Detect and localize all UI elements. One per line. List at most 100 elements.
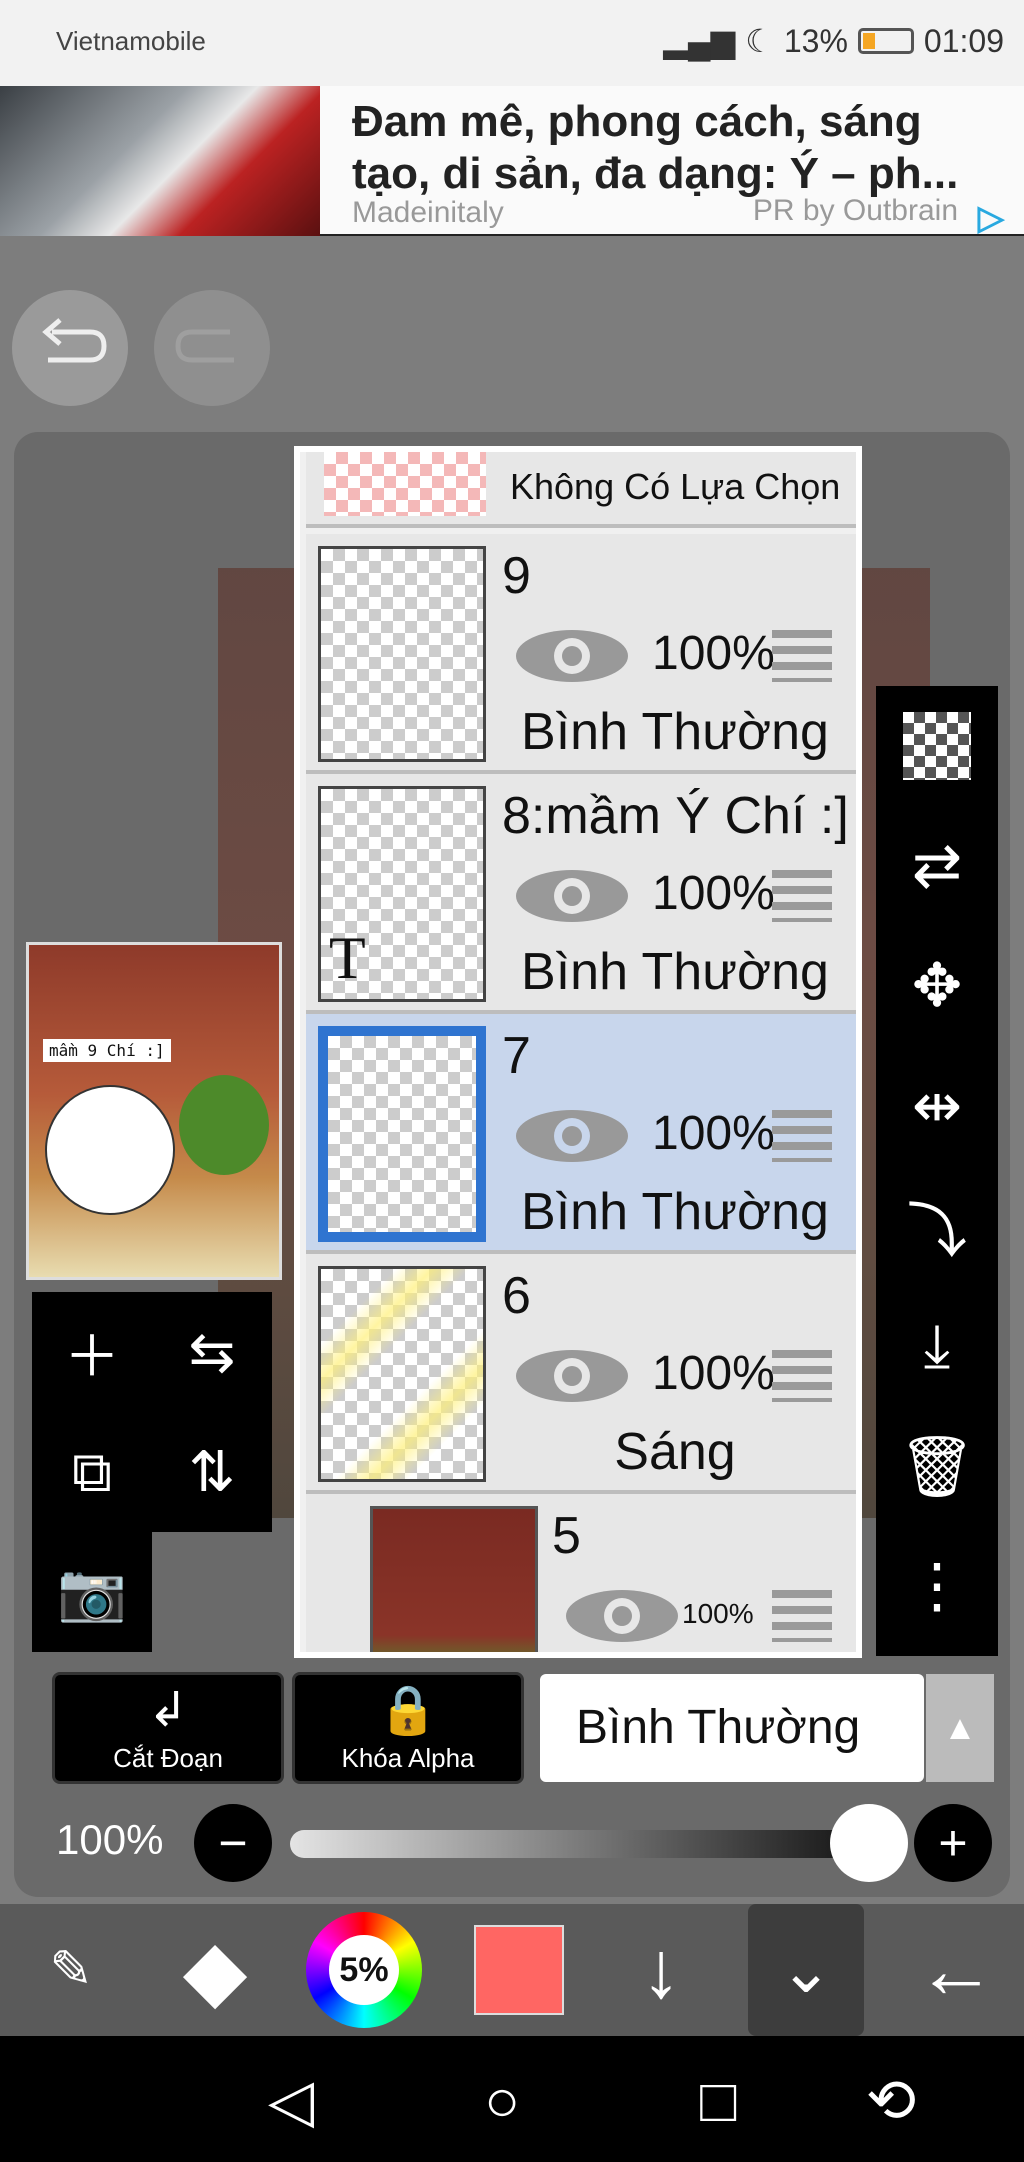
layer-name: 6 — [502, 1267, 531, 1325]
move-icon: ✥ — [911, 952, 963, 1019]
layer-row[interactable]: 6 100% Sáng — [306, 1254, 856, 1494]
layer-thumbnail — [318, 1026, 486, 1242]
flip-vertical-button[interactable]: ⇅ — [152, 1412, 272, 1532]
back-button[interactable]: ← — [896, 1904, 1016, 2036]
drag-handle-icon[interactable] — [772, 1590, 832, 1642]
drag-handle-icon[interactable] — [772, 870, 832, 922]
duplicate-layer-button[interactable]: ⧉ — [32, 1412, 152, 1532]
adchoices-icon[interactable]: ▷ — [978, 198, 1004, 238]
preview-tree — [179, 1075, 269, 1175]
opacity-increase-button[interactable]: + — [914, 1804, 992, 1882]
layers-button[interactable]: ⌄ — [748, 1904, 864, 2036]
nav-recents-icon[interactable]: □ — [700, 2066, 736, 2135]
layer-thumbnail — [318, 546, 486, 762]
flip-button[interactable]: ⇹ — [876, 1046, 998, 1166]
status-right: ▂▄▆ ☾ 13% 01:09 — [663, 22, 1004, 60]
layer-thumbnail: T — [318, 786, 486, 1002]
redo-icon — [175, 329, 234, 363]
add-layer-icon: ⧉ — [72, 1439, 112, 1503]
eye-icon[interactable] — [512, 1106, 632, 1166]
status-bar: Vietnamobile ▂▄▆ ☾ 13% 01:09 — [0, 0, 1024, 86]
merge-down-button[interactable]: ⤓ — [876, 1286, 998, 1406]
transparency-icon — [903, 712, 971, 780]
opacity-slider-thumb[interactable] — [830, 1804, 908, 1882]
rotate-button[interactable]: ⤵ — [876, 1166, 998, 1286]
layer-name: 8:mầm Ý Chí :] — [502, 787, 849, 845]
flip-horizontal-icon: ⇆ — [188, 1320, 236, 1383]
brush-eraser-toggle[interactable]: ✎ — [16, 1904, 126, 2036]
blend-mode-dropdown-button[interactable]: ▲ — [926, 1674, 994, 1782]
flip-horizontal-button[interactable]: ⇆ — [152, 1292, 272, 1412]
system-nav-bar: ◁ ○ □ ⟲ — [0, 2036, 1024, 2162]
undo-button[interactable] — [12, 290, 128, 406]
eye-icon[interactable] — [562, 1586, 682, 1646]
undo-icon — [42, 318, 107, 363]
layer-row-selected[interactable]: 7 100% Bình Thường — [306, 1014, 856, 1254]
brush-eraser-icon: ✎ — [49, 1941, 93, 1999]
layer-row[interactable]: 9 100% Bình Thường — [306, 534, 856, 774]
drag-handle-icon[interactable] — [772, 630, 832, 682]
trash-icon: 🗑 — [898, 1432, 976, 1500]
layer-row[interactable]: 5 100% — [306, 1494, 856, 1652]
swap-layers-button[interactable]: ⇄ — [876, 806, 998, 926]
arrow-left-icon: ← — [916, 1925, 996, 2014]
color-picker-button[interactable] — [464, 1904, 574, 2036]
ad-banner[interactable]: Đam mê, phong cách, sáng tạo, di sản, đa… — [0, 86, 1024, 238]
eye-icon[interactable] — [512, 866, 632, 926]
opacity-decrease-button[interactable]: − — [194, 1804, 272, 1882]
layer-opacity: 100% — [682, 1598, 754, 1629]
blend-mode-select[interactable]: Bình Thường — [540, 1674, 924, 1782]
fill-tool-button[interactable]: ◆ — [160, 1904, 270, 2036]
delete-layer-button[interactable]: 🗑 — [876, 1406, 998, 1526]
clip-icon: ↲ — [147, 1684, 189, 1737]
eye-icon[interactable] — [512, 1346, 632, 1406]
layer-blend-mode: Bình Thường — [521, 943, 829, 1001]
moon-icon: ☾ — [745, 23, 774, 59]
add-layer-button[interactable]: ＋ — [32, 1292, 152, 1412]
layer-opacity: 100% — [652, 1107, 775, 1160]
color-wheel-icon: 5% — [306, 1912, 422, 2028]
signal-icon: ▂▄▆ — [663, 23, 736, 59]
rotate-screen-icon[interactable]: ⟲ — [866, 2066, 916, 2136]
move-down-button[interactable]: ↓ — [606, 1904, 716, 2036]
plus-icon: + — [938, 1815, 968, 1871]
alpha-label: Khóa Alpha — [341, 1743, 475, 1773]
canvas-preview[interactable]: mầm 9 Chí :] — [26, 942, 282, 1280]
ad-sponsor[interactable]: PR by Outbrain — [753, 194, 958, 228]
ad-title[interactable]: Đam mê, phong cách, sáng tạo, di sản, đa… — [352, 96, 1012, 198]
alpha-lock-button[interactable]: 🔒 Khóa Alpha — [292, 1672, 524, 1784]
opacity-label: 100% — [56, 1816, 164, 1863]
layer-panel: Không Có Lựa Chọn 9 100% Bình Thường T 8… — [294, 446, 862, 1658]
nav-back-icon[interactable]: ◁ — [268, 2066, 314, 2136]
ad-image[interactable] — [0, 86, 320, 236]
layer-opacity: 100% — [652, 1347, 775, 1400]
clipping-button[interactable]: ↲ Cắt Đoạn — [52, 1672, 284, 1784]
triangle-up-icon: ▲ — [943, 1708, 977, 1747]
selection-label: Không Có Lựa Chọn — [510, 466, 841, 507]
layer-opacity: 100% — [652, 627, 775, 680]
camera-icon: 📷 — [57, 1560, 127, 1623]
brush-size-button[interactable]: 5% — [304, 1904, 424, 2036]
clock: 01:09 — [923, 22, 1004, 59]
more-button[interactable]: ⋮ — [876, 1526, 998, 1646]
selection-layer[interactable]: Không Có Lựa Chọn — [306, 452, 856, 528]
layer-thumbnail — [370, 1506, 538, 1652]
minus-icon: − — [218, 1815, 248, 1871]
layer-opacity: 100% — [652, 867, 775, 920]
move-button[interactable]: ✥ — [876, 926, 998, 1046]
text-layer-icon: T — [329, 925, 366, 991]
camera-button[interactable]: 📷 — [32, 1532, 152, 1652]
swap-layers-icon: ⇄ — [911, 832, 963, 899]
drag-handle-icon[interactable] — [772, 1110, 832, 1162]
opacity-slider[interactable] — [290, 1830, 870, 1858]
transparency-button[interactable] — [876, 686, 998, 806]
right-tool-panel: ⇄ ✥ ⇹ ⤵ ⤓ 🗑 ⋮ — [876, 686, 998, 1656]
eye-icon[interactable] — [512, 626, 632, 686]
layer-name: 5 — [552, 1507, 581, 1565]
redo-button[interactable] — [154, 290, 270, 406]
layer-row[interactable]: T 8:mầm Ý Chí :] 100% Bình Thường — [306, 774, 856, 1014]
nav-home-icon[interactable]: ○ — [484, 2066, 520, 2135]
layer-blend-mode: Bình Thường — [521, 703, 829, 761]
drag-handle-icon[interactable] — [772, 1350, 832, 1402]
brush-size-label: 5% — [329, 1935, 399, 2005]
